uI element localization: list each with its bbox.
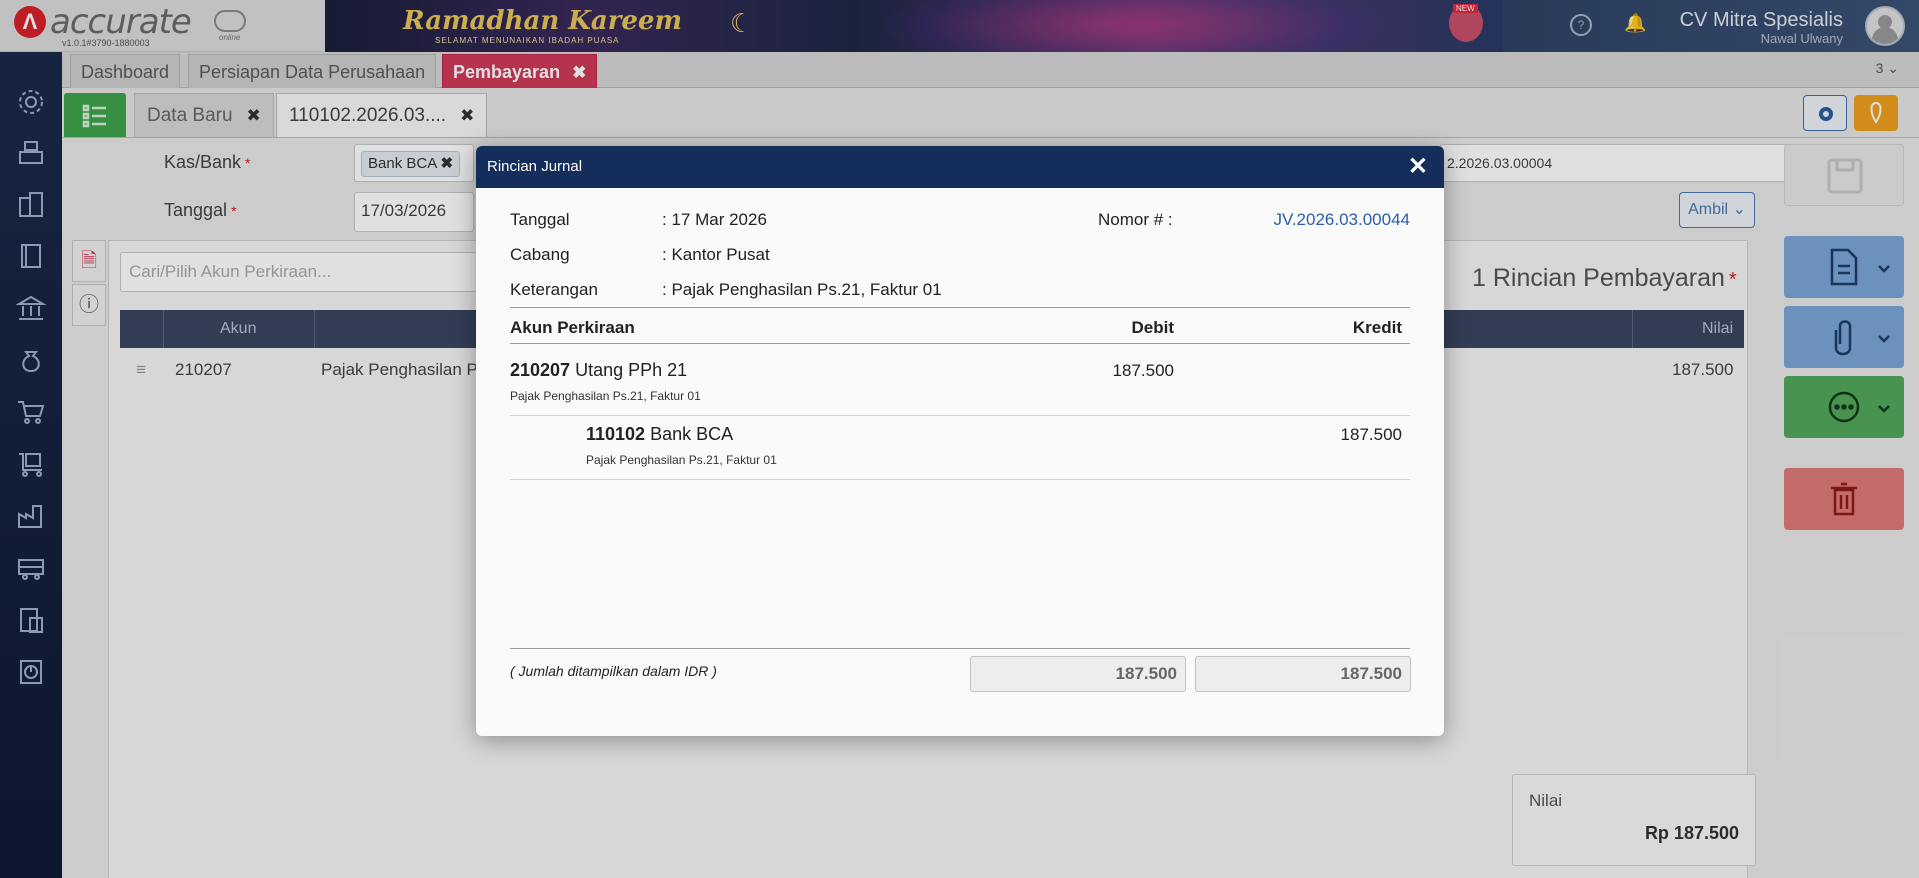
col-akun-perkiraan: Akun Perkiraan (510, 318, 635, 337)
keterangan-value: : Pajak Penghasilan Ps.21, Faktur 01 (662, 280, 942, 299)
col-kredit: Kredit (1352, 318, 1402, 337)
journal-entry-desc: Pajak Penghasilan Ps.21, Faktur 01 (586, 453, 777, 467)
cabang-value: : Kantor Pusat (662, 245, 770, 264)
journal-entry-desc: Pajak Penghasilan Ps.21, Faktur 01 (510, 389, 701, 403)
account-code: 110102 (586, 424, 646, 444)
rincian-jurnal-modal: Rincian Jurnal ✕ Tanggal : 17 Mar 2026 N… (476, 146, 1444, 736)
row-divider (510, 415, 1410, 416)
journal-entry-kredit: 187.500 (1340, 425, 1402, 444)
tanggal-value: : 17 Mar 2026 (662, 210, 767, 229)
journal-entry-account: 210207 Utang PPh 21 (510, 360, 687, 381)
cabang-label: Cabang (510, 245, 570, 264)
col-debit: Debit (1131, 318, 1175, 337)
tanggal-label: Tanggal (510, 210, 570, 229)
divider (510, 648, 1410, 649)
divider (510, 343, 1410, 344)
modal-header: Rincian Jurnal ✕ (476, 146, 1444, 188)
currency-note: ( Jumlah ditampilkan dalam IDR ) (510, 663, 717, 679)
keterangan-label: Keterangan (510, 280, 598, 299)
nomor-link[interactable]: JV.2026.03.00044 (1274, 210, 1410, 230)
close-icon[interactable]: ✕ (1408, 146, 1428, 188)
journal-entry-debit: 187.500 (1112, 361, 1174, 380)
total-debit: 187.500 (970, 656, 1186, 692)
nomor-label: Nomor # : (1098, 210, 1173, 229)
account-name: Utang PPh 21 (575, 360, 688, 380)
journal-entry-account: 110102 Bank BCA (586, 424, 733, 445)
divider (510, 307, 1410, 308)
account-name: Bank BCA (650, 424, 734, 444)
total-kredit: 187.500 (1195, 656, 1411, 692)
account-code: 210207 (510, 360, 571, 380)
row-divider (510, 479, 1410, 480)
modal-title: Rincian Jurnal (487, 158, 583, 175)
